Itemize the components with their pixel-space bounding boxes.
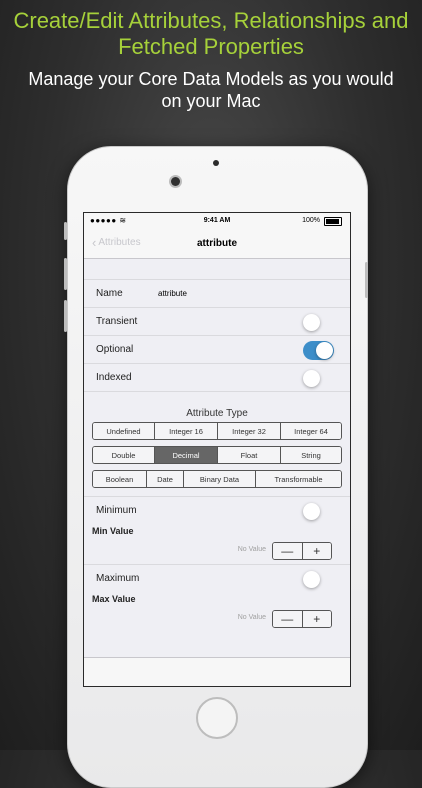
mute-switch xyxy=(64,222,67,240)
nav-title: attribute xyxy=(197,238,237,249)
headline: Create/Edit Attributes, Relationships an… xyxy=(13,8,409,59)
segment-date[interactable]: Date xyxy=(147,471,184,487)
camera-icon xyxy=(171,177,180,186)
minimum-toggle[interactable] xyxy=(303,502,334,521)
max-value-placeholder: No Value xyxy=(237,614,266,621)
attribute-properties: Name attribute Transient Optional Indexe… xyxy=(84,279,350,392)
status-bar: ●●●●● ≋ 9:41 AM 100% xyxy=(84,213,350,230)
attribute-type-title: Attribute Type xyxy=(186,408,248,419)
toggle-knob xyxy=(303,503,320,520)
segment-transformable[interactable]: Transformable xyxy=(256,471,341,487)
name-row[interactable]: Name attribute xyxy=(84,280,350,308)
min-value-stepper: — + xyxy=(272,542,332,560)
maximum-toggle[interactable] xyxy=(303,570,334,589)
maximum-label: Maximum xyxy=(96,573,140,584)
minimum-row: Minimum xyxy=(84,497,350,524)
max-decrement-button[interactable]: — xyxy=(273,611,303,627)
toggle-knob xyxy=(303,314,320,331)
optional-row: Optional xyxy=(84,336,350,364)
phone-screen: ●●●●● ≋ 9:41 AM 100% ‹ Attributes attrib… xyxy=(83,212,351,687)
battery-icon xyxy=(324,217,342,226)
minimum-section: Minimum xyxy=(84,496,350,524)
speaker-icon xyxy=(213,160,219,166)
home-button[interactable] xyxy=(196,697,238,739)
battery-percent: 100% xyxy=(302,217,320,224)
max-value-label: Max Value xyxy=(92,594,136,604)
toggle-knob xyxy=(303,571,320,588)
optional-toggle[interactable] xyxy=(303,341,334,360)
min-value-row: No Value — + xyxy=(84,538,350,564)
min-increment-button[interactable]: + xyxy=(302,543,331,559)
indexed-toggle[interactable] xyxy=(303,369,334,388)
indexed-row: Indexed xyxy=(84,364,350,392)
segment-string[interactable]: String xyxy=(281,447,341,463)
segment-undefined[interactable]: Undefined xyxy=(93,423,155,439)
transient-toggle[interactable] xyxy=(303,313,334,332)
toggle-knob xyxy=(316,342,333,359)
attribute-type-row-3: Boolean Date Binary Data Transformable xyxy=(92,470,342,488)
attribute-type-row-1: Undefined Integer 16 Integer 32 Integer … xyxy=(92,422,342,440)
volume-down-button xyxy=(64,300,67,332)
bottom-toolbar xyxy=(84,657,350,686)
segment-integer-16[interactable]: Integer 16 xyxy=(155,423,218,439)
max-value-stepper: — + xyxy=(272,610,332,628)
min-decrement-button[interactable]: — xyxy=(273,543,303,559)
attribute-type-row-2: Double Decimal Float String xyxy=(92,446,342,464)
minimum-label: Minimum xyxy=(96,505,137,516)
volume-up-button xyxy=(64,258,67,290)
max-increment-button[interactable]: + xyxy=(302,611,331,627)
toggle-knob xyxy=(303,370,320,387)
min-value-label: Min Value xyxy=(92,526,134,536)
subheadline: Manage your Core Data Models as you woul… xyxy=(28,69,394,111)
transient-label: Transient xyxy=(96,316,138,327)
name-label: Name xyxy=(96,288,123,299)
segment-integer-32[interactable]: Integer 32 xyxy=(218,423,281,439)
segment-binary-data[interactable]: Binary Data xyxy=(184,471,256,487)
max-value-row: No Value — + xyxy=(84,606,350,632)
segment-integer-64[interactable]: Integer 64 xyxy=(281,423,341,439)
segment-decimal[interactable]: Decimal xyxy=(155,447,218,463)
navigation-bar: ‹ Attributes attribute xyxy=(84,230,350,259)
optional-label: Optional xyxy=(96,344,134,355)
name-field[interactable]: attribute xyxy=(158,289,187,298)
segment-float[interactable]: Float xyxy=(218,447,281,463)
power-button xyxy=(365,262,368,298)
maximum-section: Maximum xyxy=(84,564,350,592)
segment-double[interactable]: Double xyxy=(93,447,155,463)
transient-row: Transient xyxy=(84,308,350,336)
min-value-placeholder: No Value xyxy=(237,546,266,553)
indexed-label: Indexed xyxy=(96,372,132,383)
maximum-row: Maximum xyxy=(84,565,350,592)
segment-boolean[interactable]: Boolean xyxy=(93,471,147,487)
